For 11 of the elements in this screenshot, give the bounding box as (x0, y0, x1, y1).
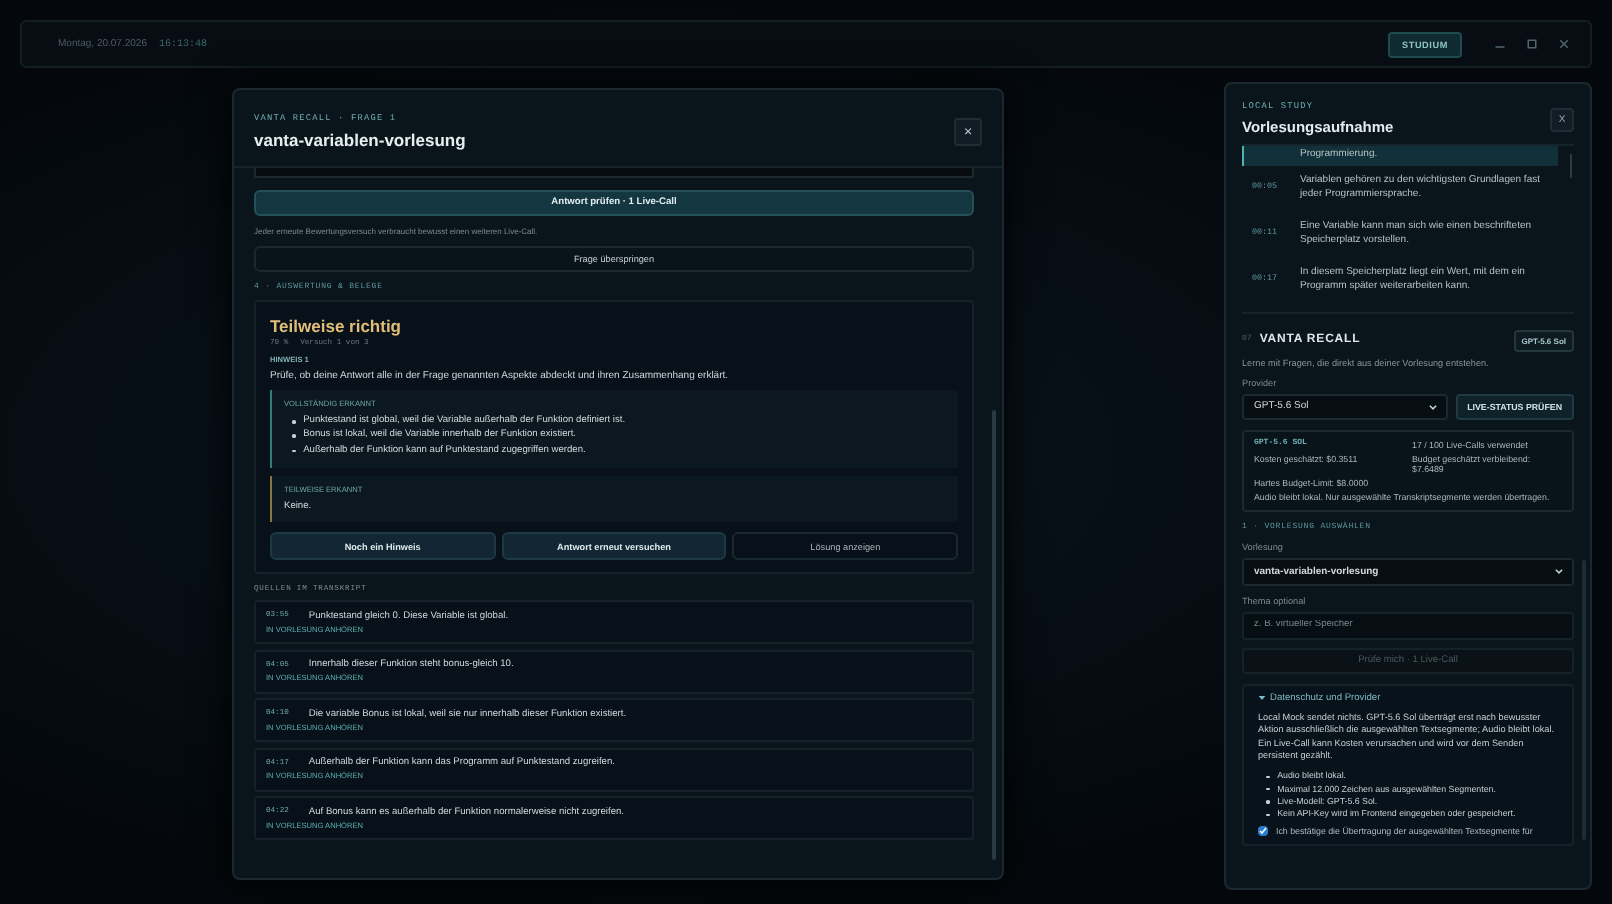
close-icon[interactable] (1558, 38, 1570, 50)
triangle-icon (1258, 694, 1266, 702)
maximize-icon[interactable] (1526, 38, 1538, 50)
verdict-title: Teilweise richtig (270, 316, 404, 336)
scrollbar-thumb[interactable] (1569, 154, 1572, 178)
scrollbar-thumb[interactable] (992, 410, 996, 860)
consent-checkbox[interactable] (1258, 825, 1268, 836)
dialog-title: vanta-variablen-vorlesung (254, 130, 466, 150)
chevron-down-icon (1554, 566, 1564, 576)
chevron-down-icon (1427, 401, 1438, 411)
answer-field[interactable] (254, 168, 974, 178)
